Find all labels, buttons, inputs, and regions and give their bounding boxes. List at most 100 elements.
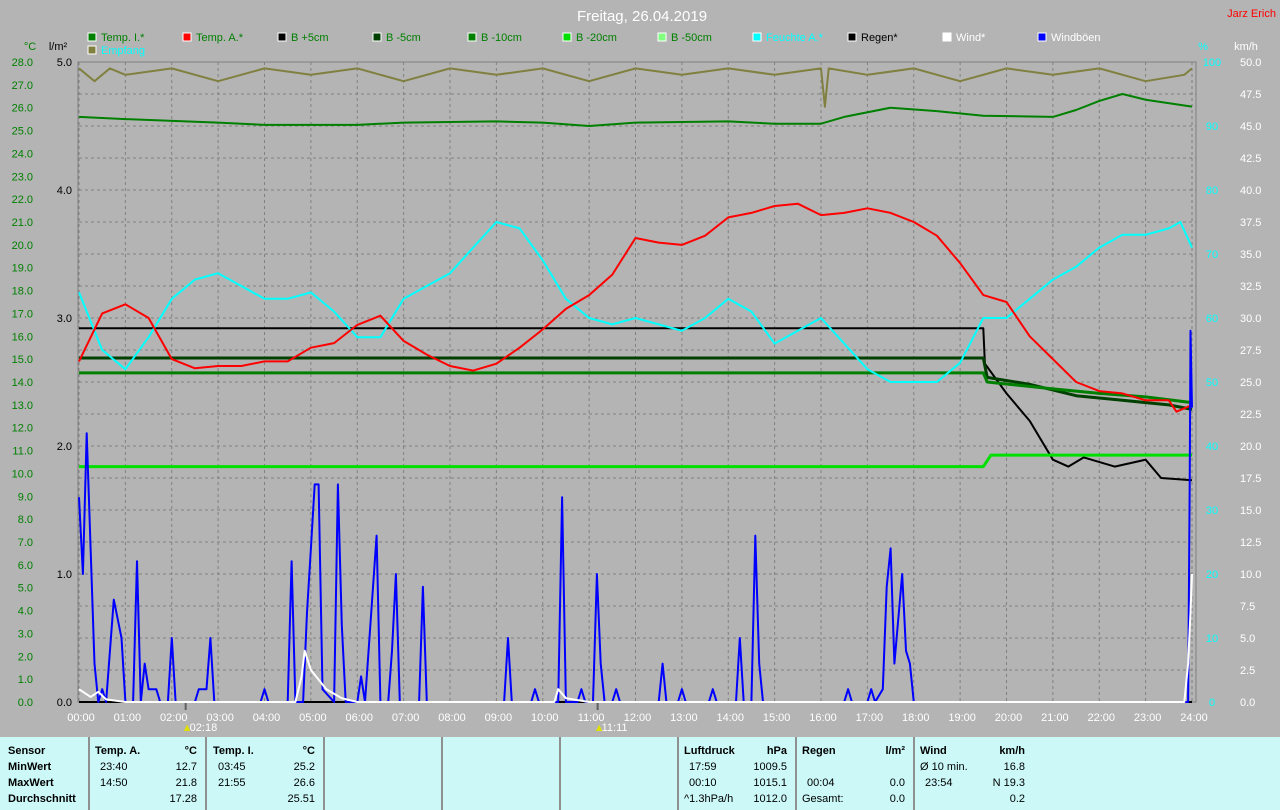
temp-a-min-time: 23:40: [100, 761, 128, 773]
temp-i-column: Temp. I. °C 03:45 25.2 21:55 26.6 25.51: [207, 737, 325, 810]
legend: Temp. I.* Temp. A.* B +5cm B -5cm B -10cm B -…: [87, 32, 1101, 57]
pressure-min-time: 17:59: [689, 761, 717, 773]
x-tick-label: 09:00: [485, 712, 513, 724]
weather-chart: Freitag, 26.04.2019 Jarz Erich Temp. I.*…: [12, 8, 1276, 734]
legend-label: B +5cm: [291, 32, 329, 44]
marker-label: 11:11: [602, 722, 628, 734]
sensor-label: Sensor: [8, 745, 46, 757]
wind-tick-label: 42.5: [1240, 153, 1261, 165]
rain-tick-label: 0.0: [57, 697, 72, 709]
pressure-column: Luftdruck hPa 17:59 1009.5 00:10 1015.1 …: [679, 737, 797, 810]
temp-tick-label: 16.0: [12, 331, 33, 343]
max-label: MaxWert: [8, 777, 54, 789]
rain-tick-label: 3.0: [57, 313, 72, 325]
legend-label: B -5cm: [386, 32, 421, 44]
temp-a-max-value: 21.8: [175, 777, 197, 789]
wind-avg-value: 16.8: [1003, 761, 1025, 773]
temp-tick-label: 28.0: [12, 57, 33, 69]
wind-tick-label: 40.0: [1240, 185, 1261, 197]
temp-a-max-time: 14:50: [100, 777, 128, 789]
temp-tick-label: 3.0: [18, 628, 33, 640]
wind-tick-label: 20.0: [1240, 441, 1261, 453]
wind-tick-label: 45.0: [1240, 121, 1261, 133]
temp-tick-label: 8.0: [18, 514, 33, 526]
rain-title: Regen: [802, 745, 836, 757]
legend-swatch: [467, 32, 477, 42]
wind-max-time: 23:54: [925, 777, 953, 789]
statistics-table: Sensor MinWert MaxWert Durchschnitt Temp…: [0, 737, 1280, 810]
temp-tick-label: 13.0: [12, 400, 33, 412]
temp-i-max-time: 21:55: [218, 777, 246, 789]
legend-swatch: [87, 45, 97, 55]
temp-i-min-time: 03:45: [218, 761, 246, 773]
temp-tick-label: 0.0: [18, 697, 33, 709]
legend-label: B -50cm: [671, 32, 712, 44]
x-tick-label: 01:00: [114, 712, 142, 724]
legend-label: Temp. I.*: [101, 32, 145, 44]
temp-tick-label: 26.0: [12, 103, 33, 115]
x-tick-label: 14:00: [716, 712, 744, 724]
wind-tick-label: 12.5: [1240, 537, 1261, 549]
temp-a-column: Temp. A. °C 23:40 12.7 14:50 21.8 17.28: [90, 737, 207, 810]
wind-axis-unit: km/h: [1234, 41, 1258, 53]
rain-column: Regen l/m² 00:04 0.0 Gesamt: 0.0: [797, 737, 915, 810]
wind-tick-label: 22.5: [1240, 409, 1261, 421]
x-tick-label: 04:00: [253, 712, 281, 724]
temp-tick-label: 6.0: [18, 560, 33, 572]
x-tick-label: 19:00: [948, 712, 976, 724]
wind-tick-label: 10.0: [1240, 569, 1261, 581]
x-tick-label: 23:00: [1134, 712, 1162, 724]
wind-tick-label: 30.0: [1240, 313, 1261, 325]
temp-tick-label: 24.0: [12, 148, 33, 160]
temp-i-title: Temp. I.: [213, 745, 254, 757]
wind-avg-label: Ø 10 min.: [920, 761, 968, 773]
x-tick-label: 12:00: [624, 712, 652, 724]
marker-label: 02:18: [190, 722, 218, 734]
temp-i-unit: °C: [302, 745, 315, 757]
legend-swatch: [752, 32, 762, 42]
pressure-min-value: 1009.5: [753, 761, 787, 773]
wind-tick-label: 32.5: [1240, 281, 1261, 293]
author-label: Jarz Erich: [1227, 8, 1276, 20]
temp-tick-label: 27.0: [12, 80, 33, 92]
rain-axis-unit: l/m²: [49, 41, 68, 53]
x-tick-label: 21:00: [1041, 712, 1069, 724]
rain-tick-label: 5.0: [57, 57, 72, 69]
wind-tick-label: 15.0: [1240, 505, 1261, 517]
temp-tick-label: 15.0: [12, 354, 33, 366]
wind-tick-label: 25.0: [1240, 377, 1261, 389]
wind-tick-label: 27.5: [1240, 345, 1261, 357]
wind-column: Wind km/h Ø 10 min. 16.8 23:54 N 19.3 0.…: [915, 737, 1033, 810]
rain-max-time: 00:04: [807, 777, 835, 789]
legend-swatch: [847, 32, 857, 42]
empty-column: [561, 737, 679, 810]
legend-swatch: [372, 32, 382, 42]
wind-unit: km/h: [999, 745, 1025, 757]
x-tick-label: 18:00: [902, 712, 930, 724]
wind-title: Wind: [920, 745, 947, 757]
pressure-max-time: 00:10: [689, 777, 717, 789]
pressure-title: Luftdruck: [684, 745, 735, 757]
wind-tick-label: 47.5: [1240, 89, 1261, 101]
wind-tick-label: 5.0: [1240, 633, 1255, 645]
temp-tick-label: 17.0: [12, 308, 33, 320]
temp-i-min-value: 25.2: [293, 761, 315, 773]
rain-unit: l/m²: [885, 745, 905, 757]
wind-last-value: 0.2: [1009, 793, 1025, 805]
rain-max-value: 0.0: [889, 777, 905, 789]
wind-tick-label: 50.0: [1240, 57, 1261, 69]
humidity-tick-label: 100: [1203, 57, 1221, 69]
x-tick-label: 00:00: [67, 712, 95, 724]
rain-tick-label: 2.0: [57, 441, 72, 453]
min-label: MinWert: [8, 761, 52, 773]
humidity-axis-unit: %: [1198, 41, 1208, 53]
legend-swatch: [1037, 32, 1047, 42]
x-tick-label: 15:00: [763, 712, 791, 724]
pressure-avg-value: 1012.0: [753, 793, 787, 805]
axes: 50.0 47.5 45.0 42.5 40.0 37.5 35.0 32.5 30.0 27.5…: [12, 41, 1262, 734]
rain-tick-label: 1.0: [57, 569, 72, 581]
humidity-tick-label: 0: [1209, 697, 1215, 709]
avg-label: Durchschnitt: [8, 793, 76, 805]
legend-label: Regen*: [861, 32, 898, 44]
pressure-trend: ^1.3hPa/h: [684, 793, 734, 805]
